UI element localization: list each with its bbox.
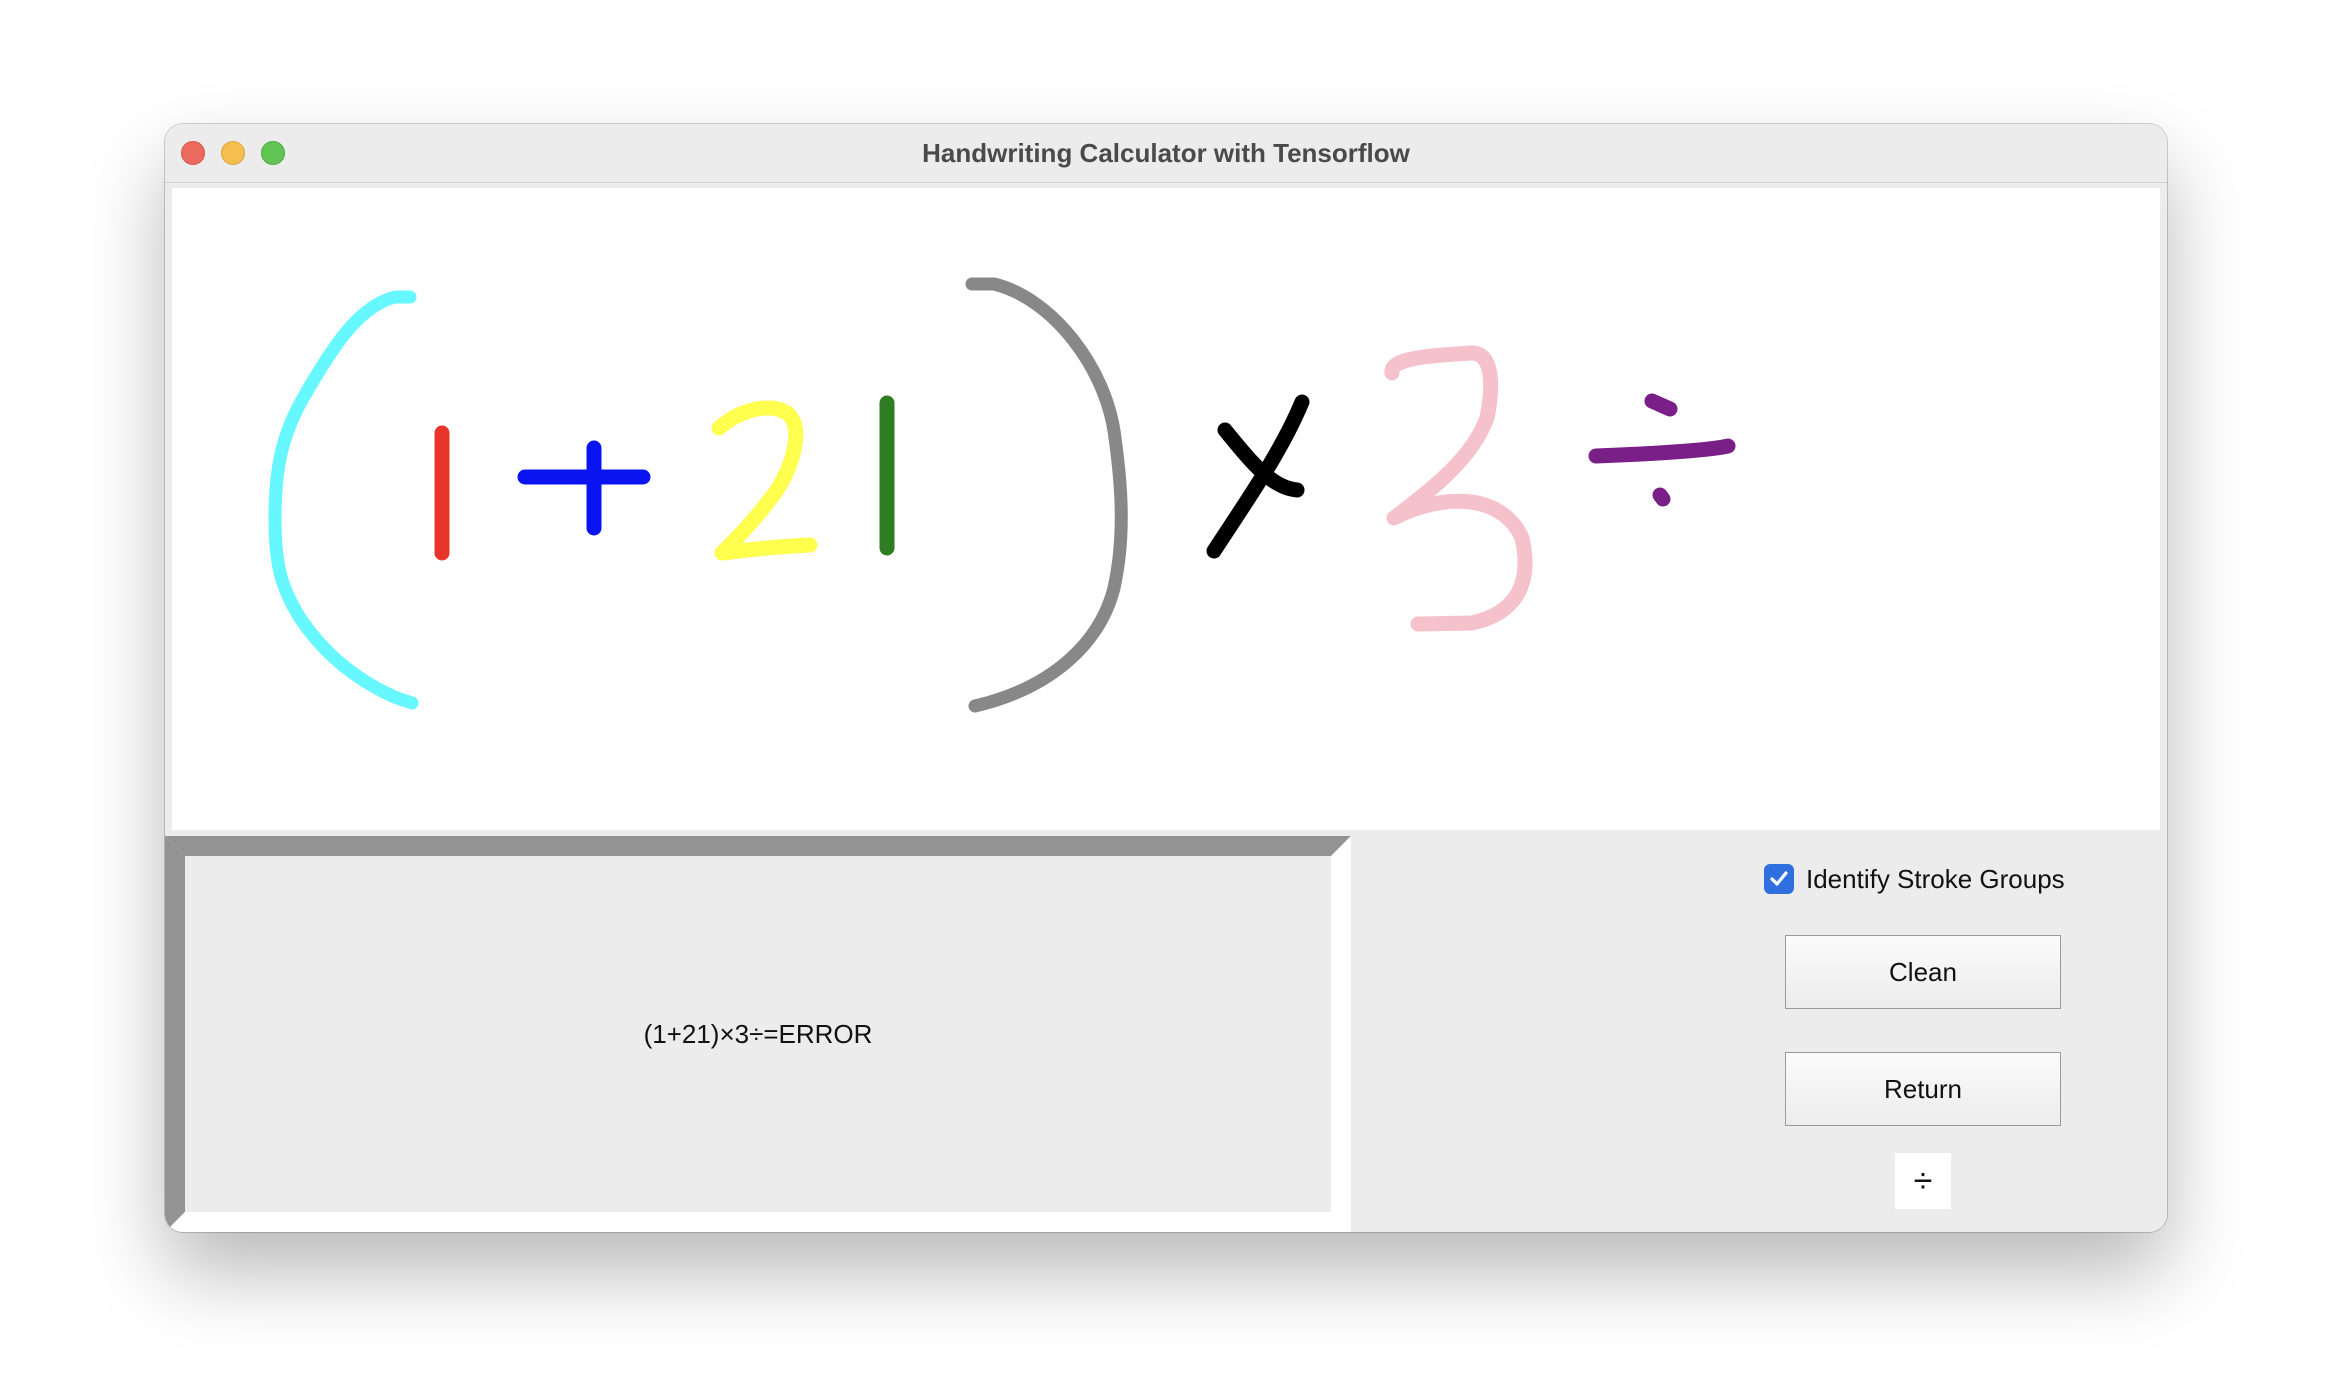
result-panel: (1+21)×3÷=ERROR xyxy=(165,836,1351,1232)
stroke-divide xyxy=(1588,393,1736,507)
checkmark-icon xyxy=(1770,871,1788,886)
bevel-top xyxy=(165,836,1351,856)
stroke-plus xyxy=(517,440,651,536)
clean-button[interactable]: Clean xyxy=(1785,935,2061,1009)
drawing-canvas[interactable] xyxy=(172,188,2160,830)
stroke-digit-three xyxy=(1384,345,1533,632)
stroke-close-paren xyxy=(965,277,1128,713)
recognized-symbol-preview: ÷ xyxy=(1895,1153,1951,1209)
result-display: (1+21)×3÷=ERROR xyxy=(165,836,1351,1232)
bevel-bottom xyxy=(165,1212,1351,1232)
stroke-open-paren xyxy=(268,290,419,710)
controls-panel: Identify Stroke Groups Clean Return ÷ xyxy=(1351,836,2167,1232)
stroke-digit-two xyxy=(711,400,818,561)
bevel-left xyxy=(165,836,185,1232)
identify-stroke-groups-label[interactable]: Identify Stroke Groups xyxy=(1806,864,2065,894)
stroke-times xyxy=(1206,394,1310,559)
result-expression: (1+21)×3÷=ERROR xyxy=(643,1018,873,1049)
bevel-right xyxy=(1331,836,1351,1232)
window-title: Handwriting Calculator with Tensorflow xyxy=(922,138,1410,168)
return-button[interactable]: Return xyxy=(1785,1052,2061,1126)
identify-stroke-groups-checkbox[interactable] xyxy=(1764,864,1794,894)
title-bar: Handwriting Calculator with Tensorflow xyxy=(165,124,2167,183)
app-window: Handwriting Calculator with Tensorflow (… xyxy=(165,124,2167,1232)
